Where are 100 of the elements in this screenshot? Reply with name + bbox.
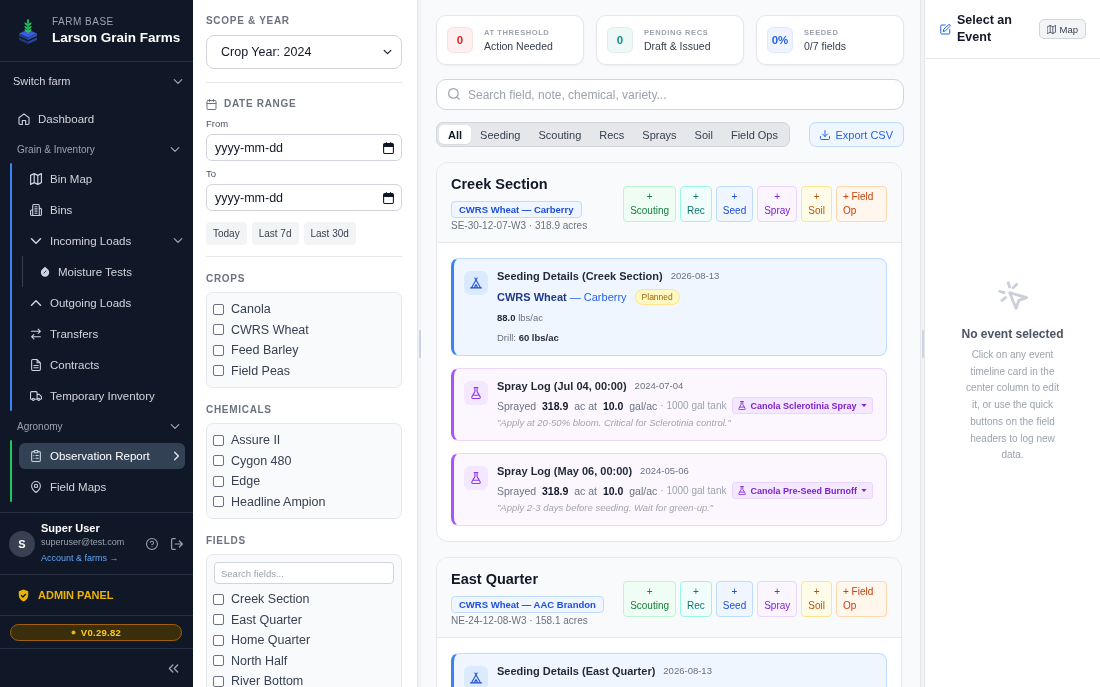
filter-option[interactable]: Cygon 480 — [213, 450, 292, 471]
checkbox[interactable] — [213, 634, 224, 646]
filter-tab[interactable]: Soil — [685, 125, 722, 144]
map-button[interactable]: Map — [1038, 19, 1086, 39]
user-name: Super User — [41, 522, 101, 534]
filter-option[interactable]: River Bottom — [213, 671, 304, 687]
checkbox[interactable] — [213, 675, 224, 687]
section-toggle[interactable]: Agronomy — [0, 415, 193, 437]
quick-add-button[interactable]: + Scouting — [623, 580, 677, 617]
farm-switcher[interactable]: Switch farm — [0, 71, 193, 91]
search-field[interactable]: Search field, note, chemical, variety... — [436, 79, 904, 110]
filter-option[interactable]: Field Peas — [213, 360, 291, 381]
help-icon[interactable] — [146, 537, 158, 550]
calendar-icon[interactable] — [383, 142, 394, 154]
checkbox[interactable] — [213, 614, 224, 626]
quick-add-button[interactable]: + Rec — [680, 580, 712, 617]
section-toggle[interactable]: Grain & Inventory — [0, 138, 193, 160]
nav-item[interactable]: Temporary Inventory — [19, 382, 185, 409]
filter-option[interactable]: Canola — [213, 299, 271, 320]
filter-option[interactable]: Edge — [213, 471, 261, 492]
stat-caption: Draft & Issued — [644, 40, 711, 52]
quick-add-button[interactable]: + Rec — [680, 185, 712, 222]
date-input[interactable]: yyyy-mm-dd — [206, 134, 402, 161]
nav-item[interactable]: Contracts — [19, 351, 185, 378]
field-search-input[interactable]: Search fields... — [214, 562, 394, 584]
quick-add-button[interactable]: + Seed — [715, 580, 754, 617]
nav-item[interactable]: Moisture Tests — [29, 258, 185, 285]
filter-option[interactable]: Headline Ampion — [213, 491, 326, 512]
resize-handle[interactable] — [418, 329, 421, 358]
checkbox[interactable] — [213, 434, 224, 446]
event-note: "Apply at 20-50% bloom. Critical for Sclerotinia control." — [497, 416, 731, 430]
crop-year-select[interactable]: Crop Year: 2024 — [206, 35, 402, 69]
date-preset-button[interactable]: Today — [206, 222, 247, 245]
export-button[interactable]: Export CSV — [808, 122, 904, 147]
calendar-icon[interactable] — [383, 192, 394, 204]
filter-option[interactable]: East Quarter — [213, 609, 302, 630]
checkbox[interactable] — [213, 344, 224, 356]
event-card[interactable]: Seeding Details (Creek Section) 2026-08-13 CWRS Wheat — Carberry Planned 88.0 lbs/ac Drill: 60 lbs/ac — [451, 258, 887, 356]
product-dropdown[interactable]: Canola Sclerotinia Spray — [732, 397, 873, 414]
filter-tab[interactable]: Seeding — [471, 125, 530, 144]
checkbox[interactable] — [213, 324, 224, 336]
nav-item[interactable]: Observation Report — [19, 442, 185, 469]
nav-item[interactable]: Bins — [19, 196, 185, 223]
filter-option[interactable]: North Half — [213, 650, 288, 671]
empty-text: Click on any event timeline card in the center column to edit it, or use the quick buttons on the field headers to log new data. — [965, 348, 1060, 463]
section-heading: FIELDS — [206, 534, 247, 548]
event-title: Spray Log (May 06, 00:00) — [497, 464, 633, 478]
filter-option[interactable]: Feed Barley — [213, 340, 299, 361]
filter-option[interactable]: Home Quarter — [213, 630, 311, 651]
quick-add-button[interactable]: + Spray — [757, 185, 798, 222]
checkbox[interactable] — [213, 455, 224, 467]
checkbox[interactable] — [213, 496, 224, 508]
spray-application: Sprayed 318.9 ac at 10.0 gal/ac — [497, 483, 658, 498]
nav-item[interactable]: Outgoing Loads — [19, 289, 185, 316]
date-preset-button[interactable]: Last 30d — [303, 222, 356, 245]
filter-option[interactable]: Assure II — [213, 430, 281, 451]
checkbox[interactable] — [213, 365, 224, 377]
clipboard-icon — [30, 449, 42, 462]
collapse-sidebar-icon[interactable] — [168, 663, 179, 673]
nav-item[interactable]: Field Maps — [19, 473, 185, 500]
count-badge: 0% — [767, 27, 793, 53]
quick-add-button[interactable]: + Soil — [801, 580, 832, 617]
nav-item[interactable]: Bin Map — [19, 165, 185, 192]
map-icon — [1046, 24, 1056, 34]
logout-icon[interactable] — [171, 537, 183, 550]
checkbox[interactable] — [213, 475, 224, 487]
resize-handle[interactable] — [921, 329, 924, 358]
filter-option[interactable]: Creek Section — [213, 589, 310, 610]
date-preset-button[interactable]: Last 7d — [251, 222, 299, 245]
quick-add-button[interactable]: + Scouting — [623, 185, 677, 222]
event-card[interactable]: Seeding Details (East Quarter) 2026-08-13 — [451, 653, 887, 687]
filter-tab[interactable]: Sprays — [633, 125, 686, 144]
tent-icon — [464, 271, 488, 295]
quick-add-button[interactable]: + Field Op — [836, 185, 887, 222]
quick-add-button[interactable]: + Field Op — [836, 580, 887, 617]
quick-add-button[interactable]: + Soil — [801, 185, 832, 222]
product-dropdown[interactable]: Canola Pre-Seed Burnoff — [732, 482, 873, 499]
account-link[interactable]: Account & farms → — [41, 553, 119, 563]
crop-variety: CWRS Wheat — Carberry — [497, 290, 627, 304]
quick-add-button[interactable]: + Spray — [757, 580, 798, 617]
event-card[interactable]: Spray Log (Jul 04, 00:00) 2024-07-04 Sprayed 318.9 ac at 10.0 gal/ac · 1000 gal tank Canola Sclerotinia Spray "Apply at 20-50% bloom. Critical for Sclerotinia control." — [451, 368, 887, 441]
nav-item[interactable]: Transfers — [19, 320, 185, 347]
filter-tab[interactable]: Recs — [590, 125, 634, 144]
filter-tab[interactable]: All — [439, 125, 472, 144]
empty-title: No event selected — [961, 327, 1064, 342]
filter-tab[interactable]: Scouting — [529, 125, 591, 144]
date-input[interactable]: yyyy-mm-dd — [206, 184, 402, 211]
admin-panel-link[interactable]: ADMIN PANEL — [18, 588, 114, 602]
flask-icon — [738, 486, 747, 495]
count-badge: 0 — [607, 27, 633, 53]
event-card[interactable]: Spray Log (May 06, 00:00) 2024-05-06 Sprayed 318.9 ac at 10.0 gal/ac · 1000 gal tank Canola Pre-Seed Burnoff "Apply 2-3 days before seeding. Wait for green-up." — [451, 453, 887, 526]
filter-option[interactable]: CWRS Wheat — [213, 319, 309, 340]
filter-tab[interactable]: Field Ops — [721, 125, 787, 144]
nav-item[interactable]: Dashboard — [0, 104, 184, 134]
quick-add-button[interactable]: + Seed — [715, 185, 754, 222]
checkbox[interactable] — [213, 655, 224, 667]
checkbox[interactable] — [213, 593, 224, 605]
field-label: To — [206, 168, 218, 180]
checkbox[interactable] — [213, 303, 224, 315]
nav-item[interactable]: Incoming Loads — [19, 227, 185, 254]
